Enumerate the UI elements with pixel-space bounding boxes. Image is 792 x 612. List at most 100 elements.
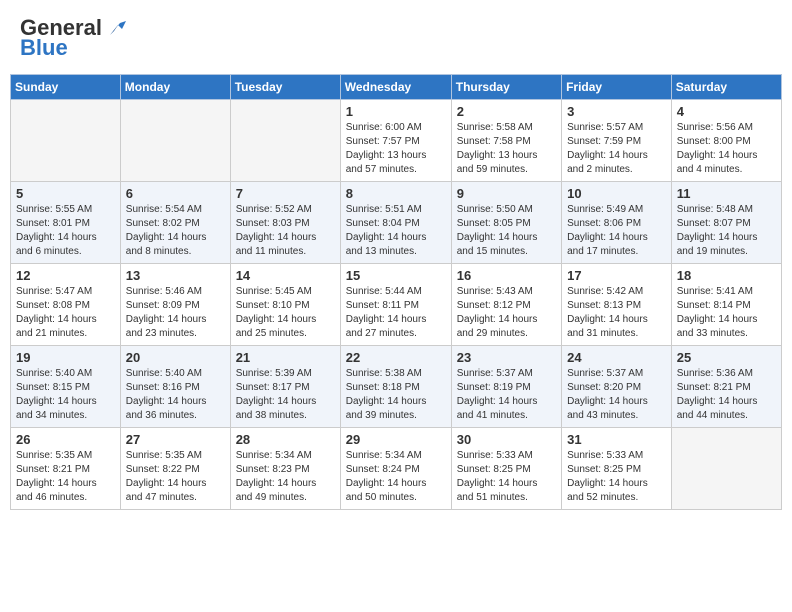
day-info: Sunrise: 5:58 AM Sunset: 7:58 PM Dayligh… [457, 121, 556, 177]
day-info: Sunrise: 5:42 AM Sunset: 8:13 PM Dayligh… [567, 285, 666, 341]
calendar-week-4: 19 Sunrise: 5:40 AM Sunset: 8:15 PM Dayli… [11, 346, 782, 428]
day-number: 27 [126, 432, 225, 447]
logo-blue-text: Blue [20, 35, 68, 61]
day-number: 22 [346, 350, 446, 365]
day-number: 2 [457, 104, 556, 119]
day-info: Sunrise: 6:00 AM Sunset: 7:57 PM Dayligh… [346, 121, 446, 177]
day-info: Sunrise: 5:45 AM Sunset: 8:10 PM Dayligh… [236, 285, 335, 341]
calendar-cell: 8Sunrise: 5:51 AM Sunset: 8:04 PM Daylig… [340, 182, 451, 264]
day-number: 17 [567, 268, 666, 283]
calendar-cell: 29Sunrise: 5:34 AM Sunset: 8:24 PM Dayli… [340, 428, 451, 510]
day-number: 14 [236, 268, 335, 283]
calendar-cell: 28 Sunrise: 5:34 AM Sunset: 8:23 PM Dayli… [230, 428, 340, 510]
day-info: Sunrise: 5:37 AM Sunset: 8:19 PM Dayligh… [457, 367, 556, 423]
day-header-sunday: Sunday [11, 75, 121, 100]
day-number: 9 [457, 186, 556, 201]
day-number: 1 [346, 104, 446, 119]
calendar-week-2: 5 Sunrise: 5:55 AM Sunset: 8:01 PM Daylig… [11, 182, 782, 264]
day-number: 29 [346, 432, 446, 447]
day-info: Sunrise: 5:40 AM Sunset: 8:15 PM Dayligh… [16, 367, 115, 423]
day-info: Sunrise: 5:57 AM Sunset: 7:59 PM Dayligh… [567, 121, 666, 177]
logo-bird-icon [104, 17, 126, 39]
day-number: 11 [677, 186, 776, 201]
calendar-week-3: 12 Sunrise: 5:47 AM Sunset: 8:08 PM Dayli… [11, 264, 782, 346]
day-number: 4 [677, 104, 776, 119]
day-info: Sunrise: 5:33 AM Sunset: 8:25 PM Dayligh… [567, 449, 666, 505]
calendar-cell: 4 Sunrise: 5:56 AM Sunset: 8:00 PM Daylig… [671, 100, 781, 182]
day-info: Sunrise: 5:36 AM Sunset: 8:21 PM Dayligh… [677, 367, 776, 423]
day-number: 16 [457, 268, 556, 283]
day-number: 12 [16, 268, 115, 283]
day-number: 15 [346, 268, 446, 283]
day-info: Sunrise: 5:41 AM Sunset: 8:14 PM Dayligh… [677, 285, 776, 341]
calendar-cell: 9Sunrise: 5:50 AM Sunset: 8:05 PM Daylig… [451, 182, 561, 264]
day-number: 10 [567, 186, 666, 201]
day-header-monday: Monday [120, 75, 230, 100]
calendar-week-5: 26 Sunrise: 5:35 AM Sunset: 8:21 PM Dayli… [11, 428, 782, 510]
calendar-week-1: 1 Sunrise: 6:00 AM Sunset: 7:57 PM Daylig… [11, 100, 782, 182]
day-info: Sunrise: 5:46 AM Sunset: 8:09 PM Dayligh… [126, 285, 225, 341]
calendar-cell: 26 Sunrise: 5:35 AM Sunset: 8:21 PM Dayli… [11, 428, 121, 510]
calendar-cell: 5 Sunrise: 5:55 AM Sunset: 8:01 PM Daylig… [11, 182, 121, 264]
calendar-cell: 16 Sunrise: 5:43 AM Sunset: 8:12 PM Dayli… [451, 264, 561, 346]
day-header-friday: Friday [562, 75, 672, 100]
day-number: 18 [677, 268, 776, 283]
calendar-cell: 18 Sunrise: 5:41 AM Sunset: 8:14 PM Dayli… [671, 264, 781, 346]
calendar: SundayMondayTuesdayWednesdayThursdayFrid… [10, 74, 782, 510]
day-info: Sunrise: 5:51 AM Sunset: 8:04 PM Dayligh… [346, 203, 446, 259]
calendar-cell: 3 Sunrise: 5:57 AM Sunset: 7:59 PM Daylig… [562, 100, 672, 182]
calendar-cell: 27 Sunrise: 5:35 AM Sunset: 8:22 PM Dayli… [120, 428, 230, 510]
calendar-cell: 24Sunrise: 5:37 AM Sunset: 8:20 PM Dayli… [562, 346, 672, 428]
calendar-cell [230, 100, 340, 182]
day-info: Sunrise: 5:33 AM Sunset: 8:25 PM Dayligh… [457, 449, 556, 505]
calendar-cell: 1 Sunrise: 6:00 AM Sunset: 7:57 PM Daylig… [340, 100, 451, 182]
calendar-cell: 17 Sunrise: 5:42 AM Sunset: 8:13 PM Dayli… [562, 264, 672, 346]
day-info: Sunrise: 5:35 AM Sunset: 8:21 PM Dayligh… [16, 449, 115, 505]
header-row: SundayMondayTuesdayWednesdayThursdayFrid… [11, 75, 782, 100]
day-info: Sunrise: 5:44 AM Sunset: 8:11 PM Dayligh… [346, 285, 446, 341]
day-info: Sunrise: 5:54 AM Sunset: 8:02 PM Dayligh… [126, 203, 225, 259]
day-info: Sunrise: 5:38 AM Sunset: 8:18 PM Dayligh… [346, 367, 446, 423]
calendar-cell: 25Sunrise: 5:36 AM Sunset: 8:21 PM Dayli… [671, 346, 781, 428]
calendar-cell [11, 100, 121, 182]
day-info: Sunrise: 5:47 AM Sunset: 8:08 PM Dayligh… [16, 285, 115, 341]
calendar-cell [671, 428, 781, 510]
calendar-cell: 19 Sunrise: 5:40 AM Sunset: 8:15 PM Dayli… [11, 346, 121, 428]
calendar-cell: 22 Sunrise: 5:38 AM Sunset: 8:18 PM Dayli… [340, 346, 451, 428]
calendar-cell: 23 Sunrise: 5:37 AM Sunset: 8:19 PM Dayli… [451, 346, 561, 428]
day-info: Sunrise: 5:49 AM Sunset: 8:06 PM Dayligh… [567, 203, 666, 259]
calendar-cell: 11 Sunrise: 5:48 AM Sunset: 8:07 PM Dayli… [671, 182, 781, 264]
day-info: Sunrise: 5:48 AM Sunset: 8:07 PM Dayligh… [677, 203, 776, 259]
day-number: 23 [457, 350, 556, 365]
day-header-saturday: Saturday [671, 75, 781, 100]
logo: General Blue [20, 15, 126, 61]
day-number: 20 [126, 350, 225, 365]
calendar-cell: 2 Sunrise: 5:58 AM Sunset: 7:58 PM Daylig… [451, 100, 561, 182]
day-info: Sunrise: 5:43 AM Sunset: 8:12 PM Dayligh… [457, 285, 556, 341]
day-info: Sunrise: 5:39 AM Sunset: 8:17 PM Dayligh… [236, 367, 335, 423]
header: General Blue [10, 10, 782, 66]
day-info: Sunrise: 5:56 AM Sunset: 8:00 PM Dayligh… [677, 121, 776, 177]
calendar-cell: 20Sunrise: 5:40 AM Sunset: 8:16 PM Dayli… [120, 346, 230, 428]
calendar-cell: 12 Sunrise: 5:47 AM Sunset: 8:08 PM Dayli… [11, 264, 121, 346]
calendar-cell: 31Sunrise: 5:33 AM Sunset: 8:25 PM Dayli… [562, 428, 672, 510]
calendar-cell: 13 Sunrise: 5:46 AM Sunset: 8:09 PM Dayli… [120, 264, 230, 346]
calendar-cell: 10 Sunrise: 5:49 AM Sunset: 8:06 PM Dayli… [562, 182, 672, 264]
calendar-cell [120, 100, 230, 182]
day-number: 5 [16, 186, 115, 201]
day-number: 13 [126, 268, 225, 283]
day-header-tuesday: Tuesday [230, 75, 340, 100]
day-number: 3 [567, 104, 666, 119]
day-number: 24 [567, 350, 666, 365]
day-info: Sunrise: 5:55 AM Sunset: 8:01 PM Dayligh… [16, 203, 115, 259]
day-number: 26 [16, 432, 115, 447]
calendar-cell: 7Sunrise: 5:52 AM Sunset: 8:03 PM Daylig… [230, 182, 340, 264]
calendar-cell: 21Sunrise: 5:39 AM Sunset: 8:17 PM Dayli… [230, 346, 340, 428]
day-info: Sunrise: 5:35 AM Sunset: 8:22 PM Dayligh… [126, 449, 225, 505]
calendar-cell: 15 Sunrise: 5:44 AM Sunset: 8:11 PM Dayli… [340, 264, 451, 346]
day-number: 28 [236, 432, 335, 447]
day-number: 7 [236, 186, 335, 201]
day-info: Sunrise: 5:34 AM Sunset: 8:23 PM Dayligh… [236, 449, 335, 505]
day-number: 19 [16, 350, 115, 365]
calendar-cell: 6Sunrise: 5:54 AM Sunset: 8:02 PM Daylig… [120, 182, 230, 264]
